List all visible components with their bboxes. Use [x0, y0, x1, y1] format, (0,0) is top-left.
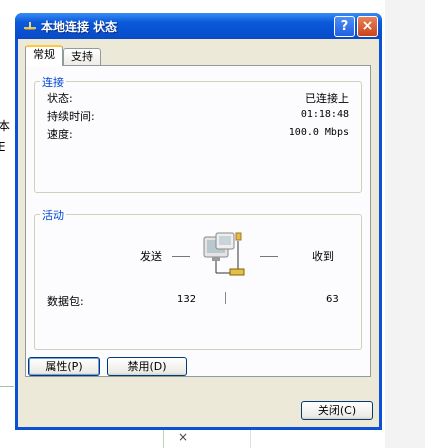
status-dialog: 本地连接 状态 ? × 常规 支持 连接 状态: 已连接上 持续时间: 01:1…: [15, 13, 382, 430]
speed-label: 速度:: [47, 128, 73, 141]
close-window-button[interactable]: ×: [357, 16, 378, 37]
properties-button[interactable]: 属性(P): [28, 357, 100, 376]
network-activity-icon: [203, 232, 245, 276]
packets-received-value: 63: [326, 294, 339, 305]
connection-group: 连接 状态: 已连接上 持续时间: 01:18:48 速度: 100.0 Mbp…: [34, 74, 362, 193]
status-value: 已连接上: [305, 92, 349, 105]
background-page-right: [385, 0, 425, 448]
disable-button[interactable]: 禁用(D): [107, 357, 187, 376]
tab-support[interactable]: 支持: [63, 48, 101, 66]
dialog-body: 常规 支持 连接 状态: 已连接上 持续时间: 01:18:48 速度: 100…: [18, 39, 379, 427]
network-connection-icon: [24, 22, 36, 30]
sent-dash: [172, 256, 190, 257]
background-divider: [250, 428, 251, 448]
background-close-icon[interactable]: ×: [178, 430, 188, 444]
group-label-activity: 活动: [40, 207, 66, 223]
group-label-connection: 连接: [40, 74, 66, 90]
received-label: 收到: [312, 250, 334, 263]
background-text: 本: [0, 119, 11, 133]
background-divider: [163, 428, 164, 448]
title-bar[interactable]: 本地连接 状态 ? ×: [15, 13, 382, 39]
duration-value: 01:18:48: [300, 109, 349, 120]
speed-value: 100.0 Mbps: [288, 127, 349, 138]
status-label: 状态:: [47, 92, 73, 105]
background-text: E: [0, 140, 6, 154]
packets-sent-value: 132: [177, 294, 197, 305]
close-button[interactable]: 关闭(C): [301, 401, 373, 420]
help-button[interactable]: ?: [334, 16, 355, 37]
received-dash: [260, 256, 278, 257]
packets-divider: [225, 292, 226, 304]
sent-label: 发送: [140, 250, 162, 263]
background-divider: [0, 386, 14, 387]
duration-label: 持续时间:: [47, 110, 95, 123]
tab-panel: 连接 状态: 已连接上 持续时间: 01:18:48 速度: 100.0 Mbp…: [25, 65, 371, 377]
window-title: 本地连接 状态: [41, 20, 118, 34]
packets-label: 数据包:: [47, 295, 84, 308]
activity-group: 活动 发送 收到 数据包: 132 63: [34, 207, 362, 350]
tab-general[interactable]: 常规: [25, 45, 63, 66]
background-page: 本 E: [0, 0, 15, 448]
